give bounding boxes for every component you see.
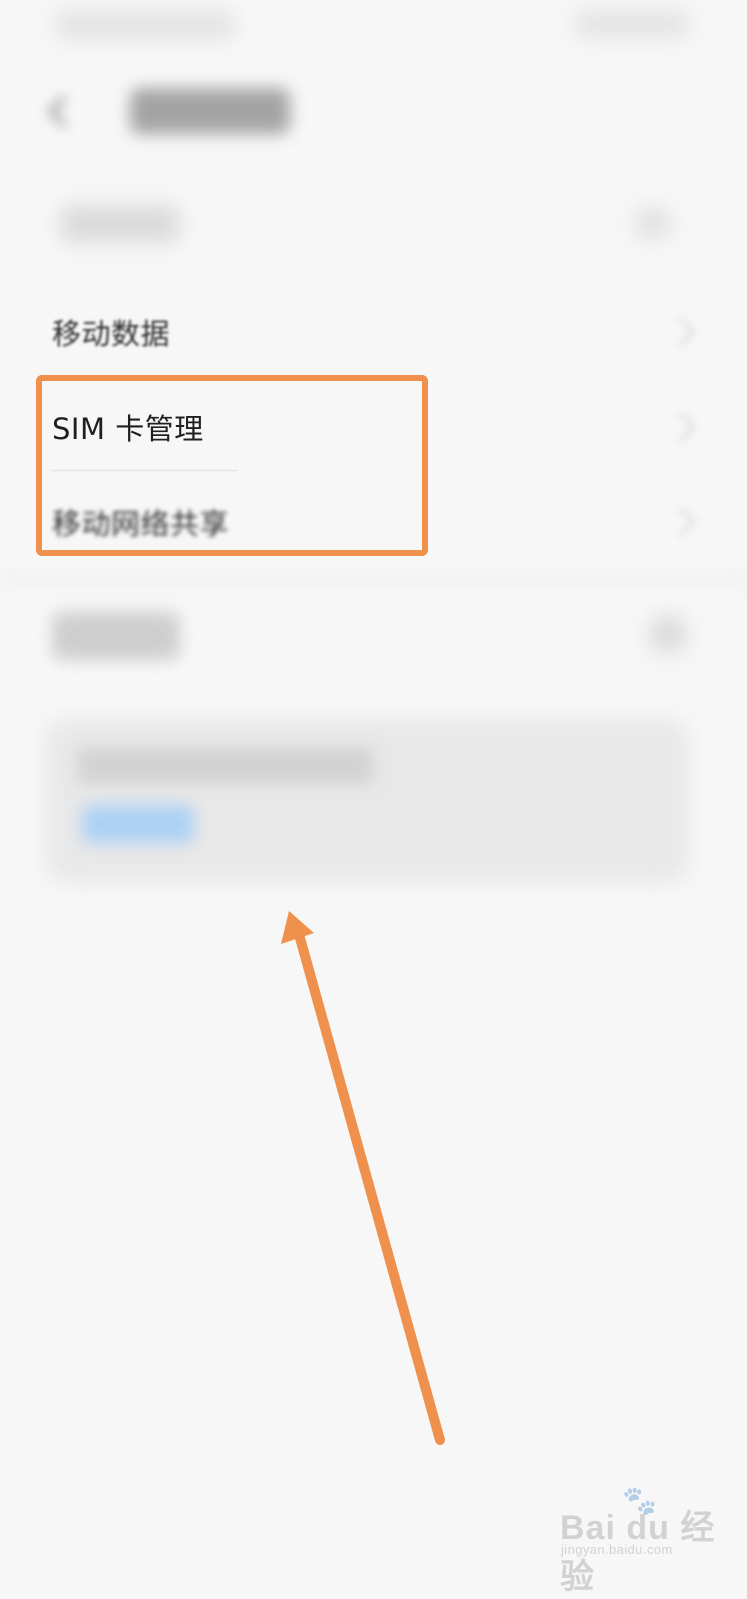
chevron-right-icon <box>665 316 697 348</box>
chevron-right-icon <box>650 616 686 652</box>
info-card <box>45 718 690 883</box>
mobile-hotspot-label: 移动网络共享 <box>52 507 230 541</box>
mobile-data-label: 移动数据 <box>52 317 171 351</box>
section-divider <box>0 570 747 598</box>
watermark-site: jingyan.baidu.com <box>561 1542 673 1557</box>
arrow-shaft <box>295 933 445 1445</box>
settings-row-mobile-hotspot[interactable]: 移动网络共享 <box>0 490 747 554</box>
chevron-right-icon <box>635 208 670 238</box>
arrow-head <box>281 911 314 944</box>
status-bar-right <box>575 10 690 38</box>
status-bar-left <box>55 10 235 40</box>
sim-management-label: SIM 卡管理 <box>52 412 204 446</box>
settings-row-more[interactable] <box>52 612 180 660</box>
page-title <box>130 88 290 134</box>
info-card-link[interactable] <box>82 805 194 843</box>
section-header <box>60 205 180 243</box>
back-arrow-icon[interactable] <box>40 90 85 135</box>
settings-row-sim-management[interactable]: SIM 卡管理 <box>0 395 747 459</box>
info-card-text <box>78 748 373 784</box>
screen: 移动数据 SIM 卡管理 移动网络共享 🐾 Bai du 经验 jingyan.… <box>0 0 747 1599</box>
chevron-right-icon <box>665 506 697 538</box>
watermark: 🐾 Bai du 经验 jingyan.baidu.com <box>560 1485 736 1596</box>
divider <box>52 470 237 471</box>
chevron-right-icon <box>665 411 697 443</box>
settings-row-mobile-data[interactable]: 移动数据 <box>0 300 747 364</box>
